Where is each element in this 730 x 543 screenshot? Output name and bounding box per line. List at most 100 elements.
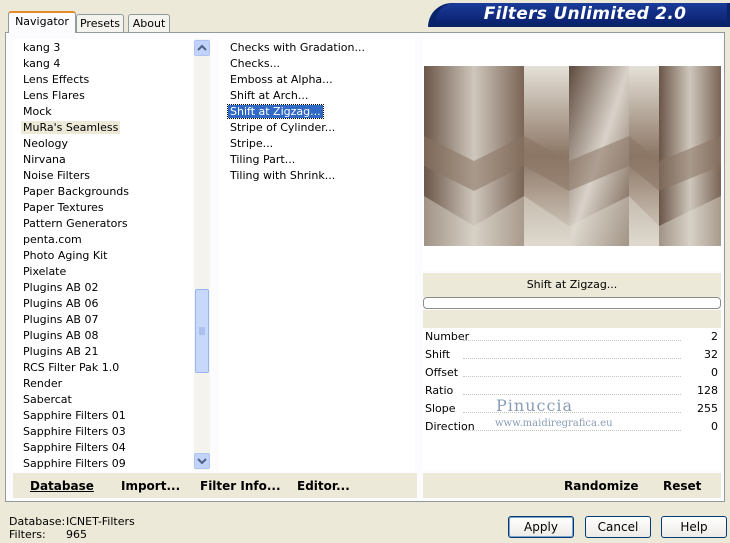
category-item-label: kang 4 <box>23 57 61 70</box>
scroll-thumb[interactable] <box>195 289 209 373</box>
tab-presets[interactable]: Presets <box>76 14 124 32</box>
param-slider-track[interactable] <box>463 358 681 359</box>
category-item[interactable]: Sapphire Filters 04 <box>13 440 194 456</box>
category-item-label: Pattern Generators <box>23 217 128 230</box>
editor-button[interactable]: Editor... <box>297 479 350 493</box>
scroll-down-button[interactable] <box>194 453 210 469</box>
app-title: Filters Unlimited 2.0 <box>483 4 687 24</box>
category-item[interactable]: Pixelate <box>13 264 194 280</box>
category-item[interactable]: Sapphire Filters 01 <box>13 408 194 424</box>
category-scrollbar[interactable] <box>194 39 210 470</box>
tab-about[interactable]: About <box>128 14 170 32</box>
param-slider-track[interactable] <box>463 340 681 341</box>
category-item[interactable]: Plugins AB 02 <box>13 280 194 296</box>
cancel-button[interactable]: Cancel <box>585 516 651 538</box>
category-item-label: Paper Backgrounds <box>23 185 130 198</box>
filter-info-button[interactable]: Filter Info... <box>200 479 281 493</box>
filter-item[interactable]: Tiling Part... <box>219 152 415 168</box>
category-item[interactable]: Lens Effects <box>13 72 194 88</box>
progress-bar <box>423 297 721 309</box>
category-item-label: kang 3 <box>23 41 61 54</box>
category-item[interactable]: Pattern Generators <box>13 216 194 232</box>
param-row-shift[interactable]: Shift 32 <box>423 346 721 364</box>
param-row-number[interactable]: Number 2 <box>423 328 721 346</box>
category-item[interactable]: Plugins AB 08 <box>13 328 194 344</box>
category-item[interactable]: Lens Flares <box>13 88 194 104</box>
filter-item-label: Checks... <box>230 57 281 70</box>
category-item[interactable]: RCS Filter Pak 1.0 <box>13 360 194 376</box>
category-item[interactable]: Plugins AB 06 <box>13 296 194 312</box>
filter-list[interactable]: Checks with Gradation... Checks... Emboss … <box>219 39 415 472</box>
category-item-label: Lens Flares <box>23 89 85 102</box>
category-item[interactable]: penta.com <box>13 232 194 248</box>
category-item-label: Nirvana <box>23 153 66 166</box>
category-item[interactable]: Plugins AB 21 <box>13 344 194 360</box>
category-item[interactable]: Photo Aging Kit <box>13 248 194 264</box>
param-value: 2 <box>711 330 718 343</box>
param-label: Ratio <box>425 384 454 397</box>
category-item-label: Sapphire Filters 01 <box>23 409 126 422</box>
param-row-offset[interactable]: Offset 0 <box>423 364 721 382</box>
category-list[interactable]: kang 3 kang 4 Lens Effects Lens Flares Mock M… <box>13 39 194 472</box>
chevron-up-icon <box>197 44 207 51</box>
category-item[interactable]: Sapphire Filters 03 <box>13 424 194 440</box>
param-slider-track[interactable] <box>463 394 681 395</box>
filter-item-label: Stripe... <box>230 137 274 150</box>
reset-button[interactable]: Reset <box>663 479 701 493</box>
category-item[interactable]: Mock <box>13 104 194 120</box>
category-item[interactable]: kang 4 <box>13 56 194 72</box>
filter-item[interactable]: Checks with Gradation... <box>219 40 415 56</box>
help-button[interactable]: Help <box>661 516 727 538</box>
category-item-label: Paper Textures <box>23 201 104 214</box>
category-item-label: Sapphire Filters 09 <box>23 457 126 470</box>
category-item[interactable]: kang 3 <box>13 40 194 56</box>
category-item[interactable]: Sabercat <box>13 392 194 408</box>
scroll-up-button[interactable] <box>194 40 210 56</box>
filter-item[interactable]: Shift at Arch... <box>219 88 415 104</box>
category-item-label: Plugins AB 02 <box>23 281 99 294</box>
category-item-label: RCS Filter Pak 1.0 <box>23 361 120 374</box>
category-item[interactable]: Noise Filters <box>13 168 194 184</box>
category-item[interactable]: Neology <box>13 136 194 152</box>
filter-item-label: Shift at Arch... <box>230 89 309 102</box>
filter-item-label: Stripe of Cylinder... <box>230 121 336 134</box>
filter-name-label: Shift at Zigzag... <box>423 273 721 297</box>
filter-item[interactable]: Checks... <box>219 56 415 72</box>
filter-item[interactable]: Tiling with Shrink... <box>219 168 415 184</box>
filter-item[interactable]: Emboss at Alpha... <box>219 72 415 88</box>
status-database-label: Database: <box>9 515 66 528</box>
param-value: 128 <box>697 384 718 397</box>
category-item-label: Sabercat <box>23 393 72 406</box>
category-item-label: Plugins AB 21 <box>23 345 99 358</box>
tab-navigator[interactable]: Navigator <box>8 11 76 33</box>
category-item[interactable]: Paper Backgrounds <box>13 184 194 200</box>
category-item[interactable]: Plugins AB 07 <box>13 312 194 328</box>
param-value: 0 <box>711 366 718 379</box>
apply-button[interactable]: Apply <box>508 516 574 538</box>
category-item[interactable]: MuRa's Seamless <box>13 120 194 136</box>
status-filters-value: 965 <box>66 528 87 541</box>
param-label: Number <box>425 330 470 343</box>
filter-item-label: Emboss at Alpha... <box>230 73 333 86</box>
param-label: Direction <box>425 420 475 433</box>
category-item-label: Noise Filters <box>23 169 90 182</box>
category-item[interactable]: Sapphire Filters 09 <box>13 456 194 472</box>
category-item-label: Plugins AB 07 <box>23 313 99 326</box>
status-filters-label: Filters: <box>9 528 46 541</box>
filter-item-label: Shift at Zigzag... <box>227 104 324 119</box>
category-item-label: Neology <box>23 137 69 150</box>
category-item[interactable]: Render <box>13 376 194 392</box>
param-slider-track[interactable] <box>463 430 681 431</box>
filter-item[interactable]: Shift at Zigzag... <box>219 104 415 120</box>
filter-item-label: Tiling Part... <box>230 153 296 166</box>
filter-item[interactable]: Stripe... <box>219 136 415 152</box>
param-value: 32 <box>704 348 718 361</box>
filter-item[interactable]: Stripe of Cylinder... <box>219 120 415 136</box>
param-slider-track[interactable] <box>463 376 681 377</box>
category-item[interactable]: Nirvana <box>13 152 194 168</box>
category-item-label: Sapphire Filters 03 <box>23 425 126 438</box>
randomize-button[interactable]: Randomize <box>564 479 638 493</box>
category-item[interactable]: Paper Textures <box>13 200 194 216</box>
database-button[interactable]: Database <box>30 479 94 493</box>
import-button[interactable]: Import... <box>121 479 180 493</box>
